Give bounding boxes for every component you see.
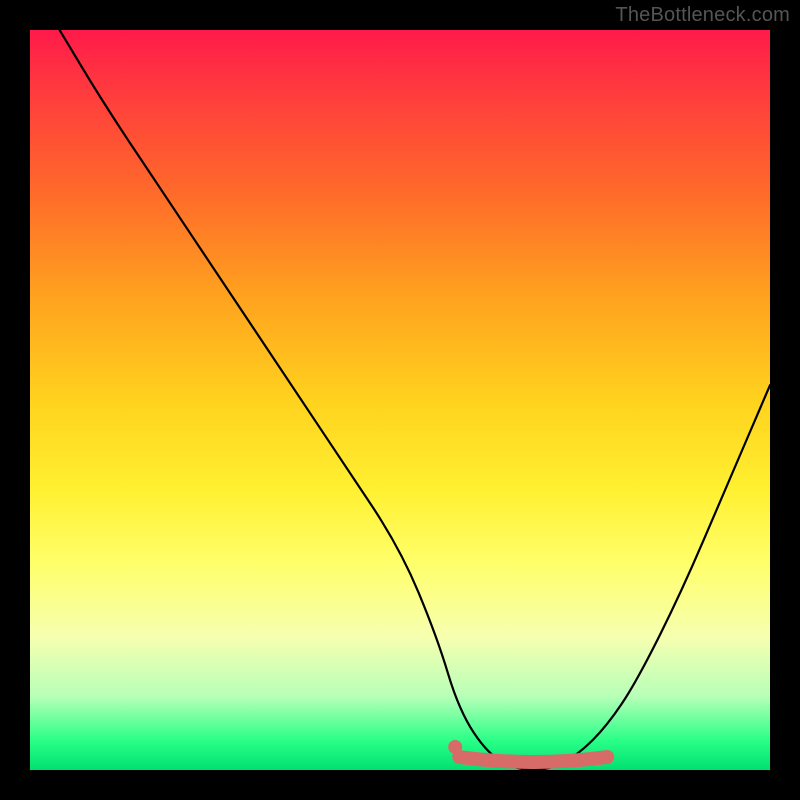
chart-frame: TheBottleneck.com: [0, 0, 800, 800]
curve-layer: [30, 30, 770, 770]
optimal-range-dot: [448, 740, 462, 754]
optimal-range-marker: [459, 757, 607, 762]
watermark-text: TheBottleneck.com: [615, 4, 790, 27]
plot-area: [30, 30, 770, 770]
bottleneck-curve: [60, 30, 770, 770]
